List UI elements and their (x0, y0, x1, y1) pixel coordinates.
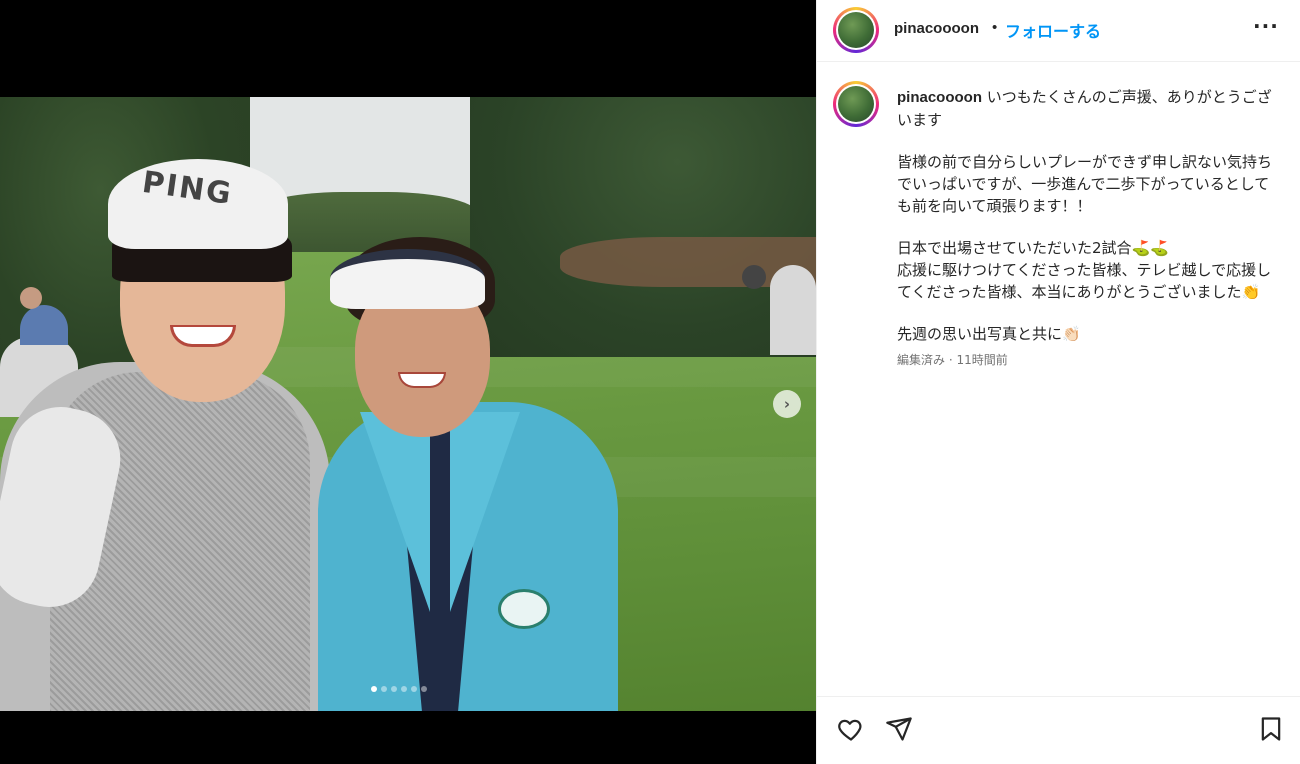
send-icon[interactable] (885, 715, 913, 743)
post-header: pinacoooon • フォローする ··· (817, 0, 1300, 62)
carousel-dot (391, 686, 397, 692)
caption-paragraph: 皆様の前で自分らしいプレーができず申し訳ない気持ちでいっぱいですが、一歩進んで二… (897, 153, 1273, 215)
carousel-dot (411, 686, 417, 692)
header-username[interactable]: pinacoooon (894, 20, 979, 37)
header-separator: • (992, 19, 998, 36)
follow-button[interactable]: フォローする (1005, 18, 1101, 42)
post-caption: pinacoooon いつもたくさんのご声援、ありがとうございます 皆様の前で自… (897, 86, 1277, 368)
post-side-panel: pinacoooon • フォローする ··· pinacoooon いつもたく… (816, 0, 1300, 764)
caption-avatar[interactable] (833, 81, 879, 127)
bookmark-icon[interactable] (1257, 715, 1285, 743)
avatar[interactable] (833, 7, 879, 53)
action-bar (817, 696, 1300, 764)
post-media: PING › (0, 0, 816, 764)
carousel-indicator (371, 686, 427, 692)
caption-paragraph: 日本で出場させていただいた2試合⛳⛳ 応援に駆けつけてくださった皆様、テレビ越し… (897, 239, 1272, 301)
carousel-dot (381, 686, 387, 692)
carousel-dot (421, 686, 427, 692)
caption-paragraph: 先週の思い出写真と共に👏🏻 (897, 325, 1081, 343)
chevron-right-icon[interactable]: › (773, 390, 801, 418)
instagram-post: PING › pinacoooon • フォローする ··· pinacoooo… (0, 0, 1300, 764)
edited-timestamp: 編集済み · 11時間前 (897, 353, 1008, 367)
carousel-dot (371, 686, 377, 692)
jacket-emblem (498, 589, 550, 629)
post-photo[interactable]: PING (0, 97, 816, 711)
heart-icon[interactable] (837, 715, 865, 743)
caption-username[interactable]: pinacoooon (897, 89, 982, 106)
visor (330, 249, 485, 309)
carousel-dot (401, 686, 407, 692)
more-options-icon[interactable]: ··· (1253, 14, 1279, 38)
